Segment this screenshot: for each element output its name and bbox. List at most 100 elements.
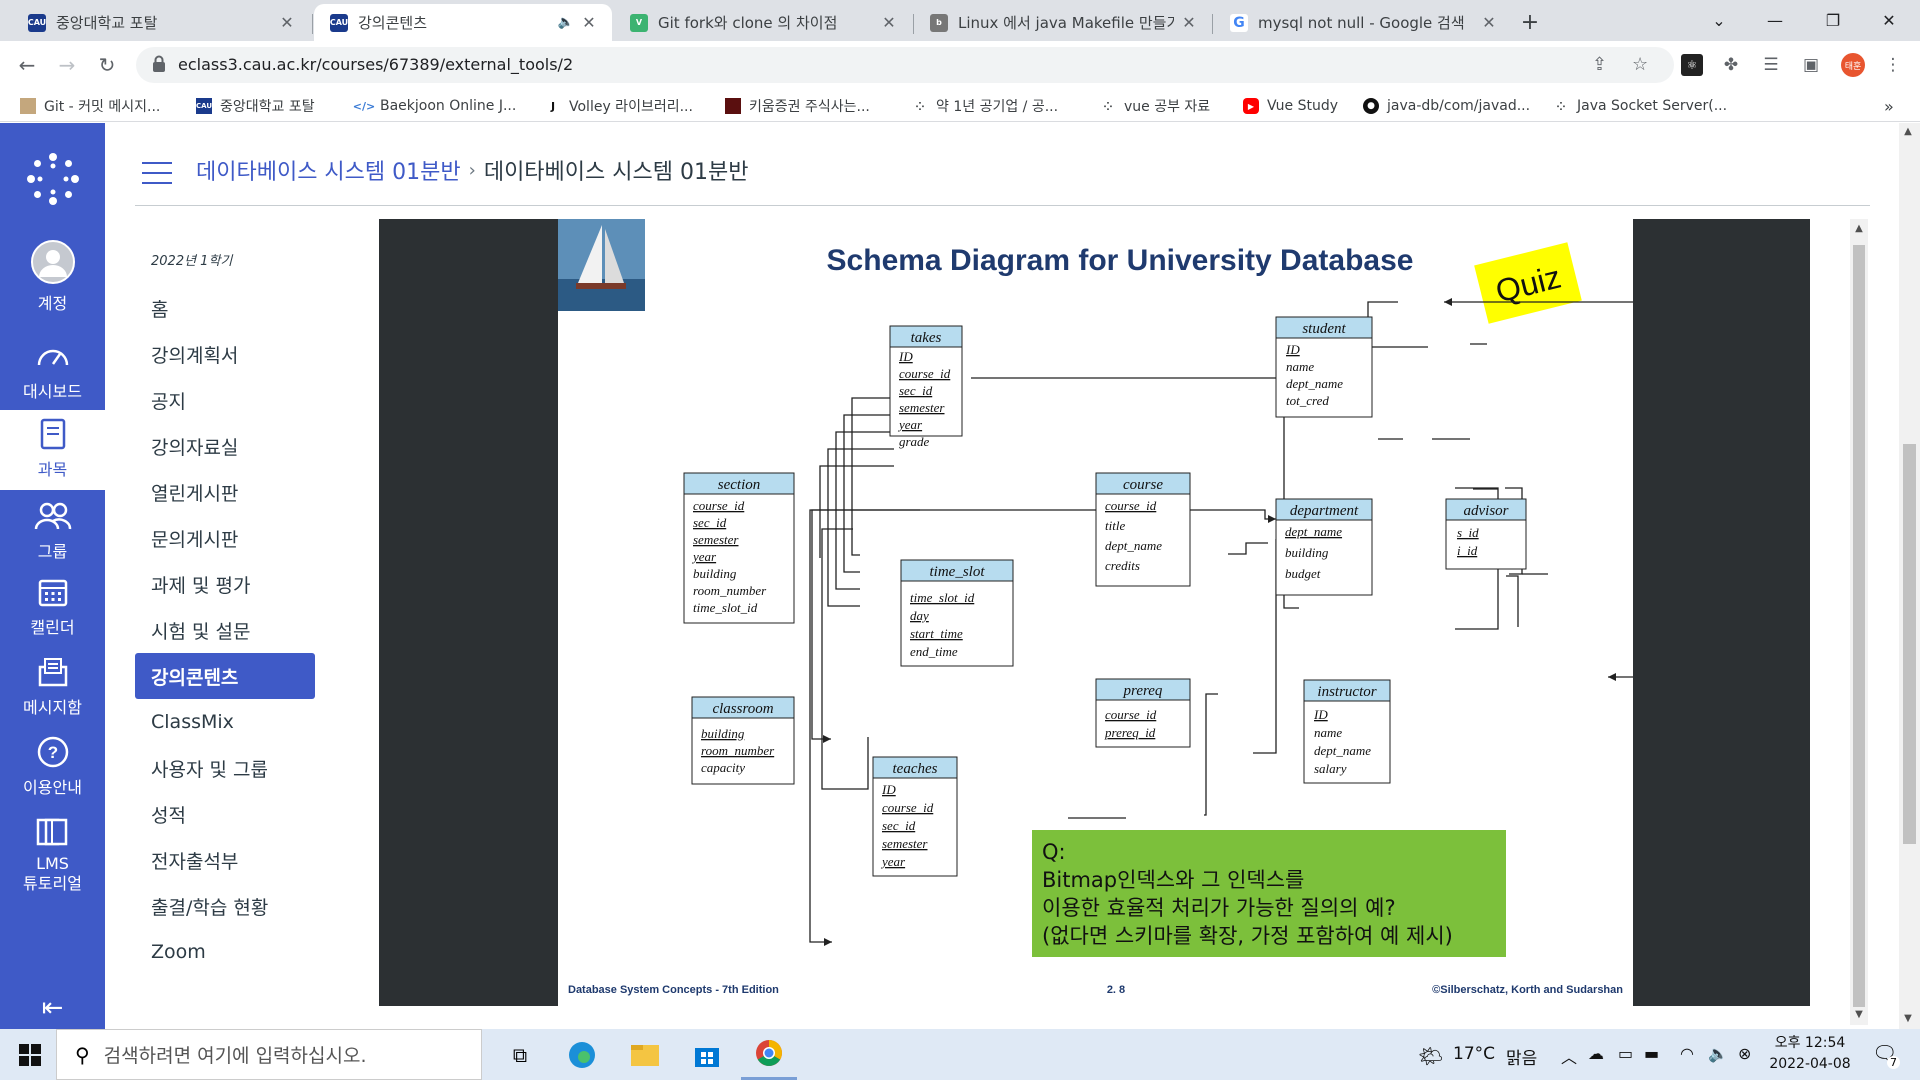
tab-linux-makefile[interactable]: b Linux 에서 java Makefile 만들기 ✕: [914, 4, 1212, 41]
nav-account[interactable]: 계정: [0, 238, 105, 314]
weather-temp[interactable]: 17°C: [1453, 1044, 1495, 1064]
course-nav-zoom[interactable]: Zoom: [135, 929, 315, 975]
bookmark-item[interactable]: ⁘ vue 공부 자료: [1100, 95, 1210, 117]
side-panel-icon[interactable]: ▣: [1800, 54, 1822, 76]
tab-git-fork[interactable]: V Git fork와 clone 의 차이점 ✕: [614, 4, 912, 41]
svg-text:course: course: [1123, 477, 1163, 493]
scrollbar-thumb[interactable]: [1853, 245, 1865, 1007]
ime-icon[interactable]: ⊗: [1738, 1044, 1751, 1063]
tutorial-icon: [36, 814, 70, 850]
bookmark-item[interactable]: CAU 중앙대학교 포탈: [196, 95, 315, 117]
course-nav-exams[interactable]: 시험 및 설문: [135, 607, 315, 653]
edge-app-icon[interactable]: [554, 1029, 610, 1080]
taskbar-search-box[interactable]: ⚲ 검색하려면 여기에 입력하십시오.: [56, 1029, 482, 1080]
course-nav-qa-board[interactable]: 문의게시판: [135, 515, 315, 561]
close-icon[interactable]: ✕: [1180, 13, 1198, 32]
nav-courses[interactable]: 과목: [0, 410, 105, 490]
course-nav-home[interactable]: 홈: [135, 285, 315, 331]
lock-icon[interactable]: [152, 55, 166, 73]
nav-lms-tutorial[interactable]: LMS 튜토리얼: [0, 814, 105, 894]
address-bar[interactable]: eclass3.cau.ac.kr/courses/67389/external…: [136, 47, 1674, 83]
tab-lecture-contents[interactable]: CAU 강의콘텐츠 🔈 ✕: [314, 4, 612, 41]
close-icon[interactable]: ✕: [1480, 13, 1498, 32]
svg-text:classroom: classroom: [712, 701, 773, 717]
back-button[interactable]: ←: [12, 51, 42, 79]
scroll-down-icon[interactable]: ▼: [1899, 1013, 1917, 1024]
task-view-icon[interactable]: ⧉: [492, 1029, 548, 1080]
scroll-up-icon[interactable]: ▲: [1899, 126, 1917, 137]
extension-react-icon[interactable]: ⚛: [1681, 54, 1703, 76]
onedrive-cloud-icon[interactable]: ☁: [1588, 1044, 1604, 1063]
reload-button[interactable]: ↻: [92, 51, 122, 79]
close-icon[interactable]: ✕: [278, 13, 296, 32]
course-nav-attendance-status[interactable]: 출결/학습 현황: [135, 883, 315, 929]
course-nav-grades[interactable]: 성적: [135, 791, 315, 837]
bookmark-item[interactable]: Git - 커밋 메시지...: [20, 95, 160, 117]
course-nav-assignments[interactable]: 과제 및 평가: [135, 561, 315, 607]
hamburger-menu-icon[interactable]: [142, 162, 172, 184]
nav-help[interactable]: ? 이용안내: [0, 734, 105, 798]
table-time-slot: time_slot time_slot_id day start_time en…: [900, 559, 1014, 667]
tray-chevron-up-icon[interactable]: ︿: [1561, 1044, 1577, 1068]
weather-desc[interactable]: 맑음: [1506, 1044, 1537, 1069]
forward-button[interactable]: →: [52, 51, 82, 79]
tab-search-chevron-icon[interactable]: ⌄: [1696, 0, 1742, 41]
canvas-logo[interactable]: [0, 151, 105, 207]
collapse-nav-button[interactable]: ⇤: [0, 993, 105, 1023]
bookmark-item[interactable]: J Volley 라이브러리...: [545, 95, 693, 117]
url-text[interactable]: eclass3.cau.ac.kr/courses/67389/external…: [178, 55, 573, 74]
ms-store-icon[interactable]: [679, 1029, 735, 1080]
nav-groups[interactable]: 그룹: [0, 498, 105, 562]
scrollbar-thumb[interactable]: [1903, 444, 1916, 844]
profile-avatar[interactable]: 태훈: [1841, 53, 1865, 77]
bookmark-item[interactable]: ● java-db/com/javad...: [1363, 95, 1530, 117]
course-nav-announcements[interactable]: 공지: [135, 377, 315, 423]
course-nav-materials[interactable]: 강의자료실: [135, 423, 315, 469]
breadcrumb-course-link[interactable]: 데이타베이스 시스템 01분반: [196, 154, 461, 186]
course-nav-attendance-book[interactable]: 전자출석부: [135, 837, 315, 883]
weather-sun-icon[interactable]: 🌤: [1418, 1044, 1443, 1068]
speaker-icon[interactable]: 🔈: [558, 15, 574, 30]
svg-text:Bitmap인덱스와 그 인덱스를: Bitmap인덱스와 그 인덱스를: [1042, 868, 1304, 892]
restore-button[interactable]: ❐: [1810, 0, 1856, 41]
notification-center-button[interactable]: 🗨 7: [1872, 1041, 1900, 1069]
course-nav-syllabus[interactable]: 강의계획서: [135, 331, 315, 377]
scroll-down-icon[interactable]: ▼: [1850, 1009, 1868, 1020]
bookmark-item[interactable]: 키움증권 주식사는...: [725, 95, 870, 117]
windows-start-button[interactable]: [2, 1029, 58, 1080]
bookmark-item[interactable]: ▶ Vue Study: [1243, 95, 1338, 117]
close-icon[interactable]: ✕: [580, 13, 598, 32]
device-icon[interactable]: ▭: [1618, 1044, 1633, 1063]
nav-inbox[interactable]: 메시지함: [0, 654, 105, 718]
file-explorer-icon[interactable]: [617, 1029, 673, 1080]
chrome-app-icon[interactable]: [741, 1029, 797, 1080]
minimize-button[interactable]: —: [1752, 0, 1798, 41]
wifi-icon[interactable]: ◠: [1680, 1044, 1694, 1063]
viewer-scrollbar[interactable]: ▲ ▼: [1850, 219, 1868, 1025]
nav-calendar[interactable]: 캘린더: [0, 574, 105, 638]
course-nav-open-board[interactable]: 열린게시판: [135, 469, 315, 515]
bookmark-star-icon[interactable]: ☆: [1632, 54, 1648, 75]
tab-portal[interactable]: CAU 중앙대학교 포탈 ✕: [12, 4, 310, 41]
reading-list-icon[interactable]: ☰: [1760, 54, 1782, 76]
close-icon[interactable]: ✕: [880, 13, 898, 32]
system-clock[interactable]: 오후 12:54 2022-04-08: [1760, 1033, 1860, 1075]
course-nav-lecture-contents[interactable]: 강의콘텐츠: [135, 653, 315, 699]
new-tab-button[interactable]: +: [1516, 8, 1544, 36]
tab-google-search[interactable]: G mysql not null - Google 검색 ✕: [1214, 4, 1512, 41]
nav-dashboard[interactable]: 대시보드: [0, 338, 105, 402]
bookmark-item[interactable]: </> Baekjoon Online J...: [353, 95, 517, 117]
page-scrollbar[interactable]: ▲ ▼: [1899, 123, 1920, 1029]
course-nav-classmix[interactable]: ClassMix: [135, 699, 315, 745]
battery-icon[interactable]: ▬: [1644, 1044, 1659, 1063]
share-icon[interactable]: ⇪: [1592, 54, 1607, 75]
window-close-button[interactable]: ✕: [1866, 0, 1912, 41]
scroll-up-icon[interactable]: ▲: [1850, 223, 1868, 234]
bookmark-item[interactable]: ⁘ Java Socket Server(...: [1553, 95, 1727, 117]
course-nav-people[interactable]: 사용자 및 그룹: [135, 745, 315, 791]
bookmarks-overflow-icon[interactable]: »: [1884, 95, 1894, 117]
volume-icon[interactable]: 🔈: [1708, 1044, 1728, 1063]
bookmark-item[interactable]: ⁘ 약 1년 공기업 / 공...: [912, 95, 1058, 117]
menu-kebab-icon[interactable]: ⋮: [1882, 54, 1904, 76]
extensions-puzzle-icon[interactable]: ✤: [1720, 54, 1742, 76]
